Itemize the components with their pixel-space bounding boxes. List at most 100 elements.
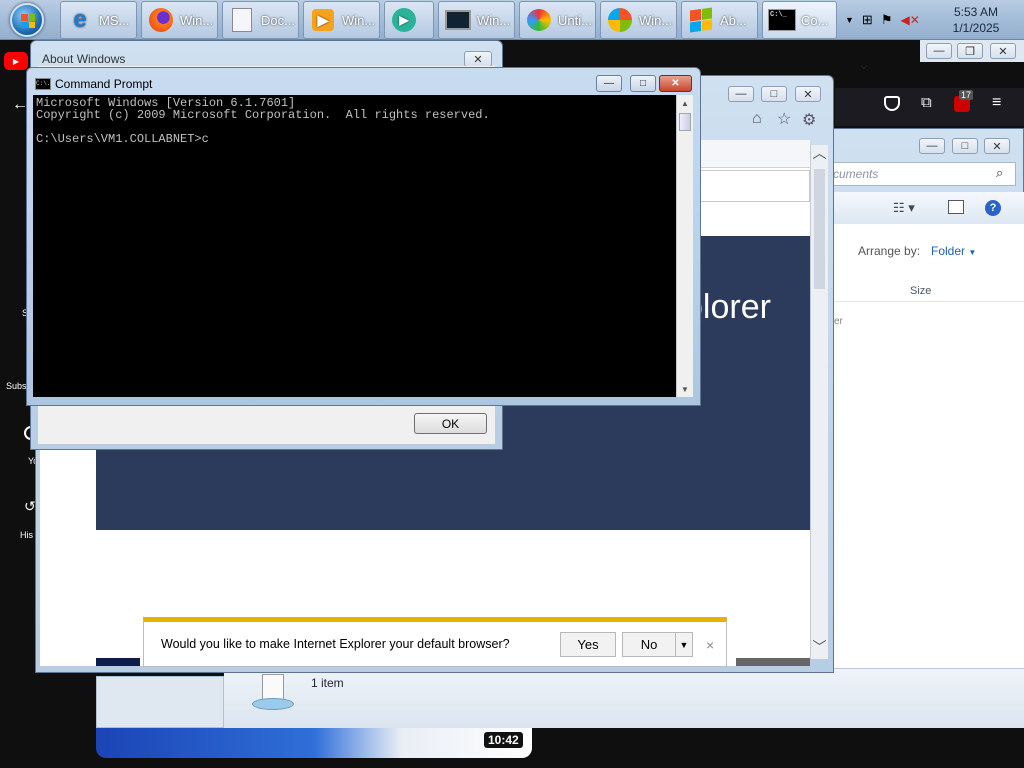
taskbar-button-about[interactable]: Ab... (681, 1, 758, 39)
extensions-icon[interactable]: ⧉ (921, 94, 932, 111)
item-count-label: 1 item (311, 676, 344, 690)
paint-icon (524, 5, 554, 35)
taskbar-button-remote[interactable]: ▶ (384, 1, 434, 39)
notification-close-icon[interactable]: × (706, 637, 714, 653)
scrollbar-thumb[interactable] (814, 169, 825, 289)
ie-vertical-scrollbar[interactable]: ︿ ﹀ (810, 145, 828, 659)
taskbar-button-label: Doc... (261, 12, 295, 28)
default-browser-notification: Would you like to make Internet Explorer… (143, 617, 727, 667)
home-icon[interactable]: ⌂ (752, 110, 762, 128)
windows-start-orb-icon (10, 3, 44, 37)
taskbar-button-paint[interactable]: Unti... (519, 1, 596, 39)
preview-pane-icon[interactable] (948, 200, 964, 214)
taskbar-button-label: Win... (639, 12, 673, 28)
page-header-box (700, 170, 810, 202)
no-dropdown-arrow-icon[interactable]: ▼ (675, 632, 693, 657)
show-hidden-icons-chevron-icon[interactable]: ▼ (845, 15, 854, 25)
explorer-minimize-button[interactable]: — (919, 138, 945, 154)
explorer-close-button[interactable]: ✕ (984, 138, 1010, 154)
console-output[interactable]: Microsoft Windows [Version 6.1.7601] Copy… (33, 95, 676, 397)
taskbar-button-label: MS... (99, 12, 130, 28)
extension-badge: 17 (959, 90, 974, 100)
taskbar-button-terminal[interactable]: Win... (438, 1, 515, 39)
command-prompt-icon: C:\_ (767, 5, 797, 35)
remote-app-icon: ▶ (389, 5, 419, 35)
tab-list-chevron-icon[interactable]: ⌄ (858, 56, 870, 73)
explorer-maximize-button[interactable]: □ (952, 138, 978, 154)
sidebar-label-subscriptions[interactable]: Subs (6, 381, 27, 391)
minimize-button[interactable]: — (926, 43, 952, 59)
start-button[interactable] (4, 1, 50, 39)
help-icon[interactable]: ? (985, 200, 1001, 216)
network-icon[interactable]: ⊞ (862, 12, 873, 28)
taskbar-button-command-prompt[interactable]: C:\_ Co... (762, 1, 837, 39)
yes-button[interactable]: Yes (560, 632, 616, 657)
taskbar-button-label: Co... (801, 12, 829, 28)
arrange-by-label: Arrange by: (858, 244, 921, 258)
windows-logo-icon (605, 5, 635, 35)
cmd-close-button[interactable]: ✕ (659, 75, 692, 92)
file-type-partial: er (834, 316, 843, 327)
no-button[interactable]: No (622, 632, 676, 657)
taskbar-clock[interactable]: 5:53 AM 1/1/2025 (946, 4, 1006, 36)
command-prompt-title: Command Prompt (55, 77, 153, 91)
taskbar-button-label: Ab... (720, 12, 747, 28)
clock-date: 1/1/2025 (952, 21, 1000, 35)
dropdown-arrow-icon: ▼ (968, 248, 977, 257)
view-options-icon[interactable]: ☷ ▾ (893, 200, 915, 216)
console-prompt-line: C:\Users\VM1.COLLABNET>c (36, 132, 209, 146)
folder-document-icon (252, 672, 294, 712)
terminal-monitor-icon (443, 5, 473, 35)
cmd-vertical-scrollbar[interactable]: ▲ ▼ (676, 95, 693, 397)
close-button[interactable]: ✕ (990, 43, 1016, 59)
taskbar-button-windows[interactable]: Win... (600, 1, 677, 39)
search-placeholder: cuments (833, 167, 879, 181)
scroll-up-arrow-icon[interactable]: ︿ (811, 145, 828, 161)
ie-minimize-button[interactable]: — (728, 86, 754, 102)
sidebar-label-history[interactable]: His (20, 530, 33, 540)
cmd-maximize-button[interactable]: □ (630, 75, 656, 92)
ie-maximize-button[interactable]: □ (761, 86, 787, 102)
internet-explorer-icon: e (73, 6, 87, 33)
volume-muted-icon[interactable]: ◀✕ (900, 13, 919, 27)
scroll-down-arrow-icon[interactable]: ▼ (677, 381, 693, 397)
taskbar-button-media[interactable]: ▶ Win... (303, 1, 380, 39)
scrollbar-thumb[interactable] (679, 113, 691, 131)
taskbar-button-label: Unti... (558, 12, 592, 28)
taskbar-button-label: Win... (342, 12, 376, 28)
ok-button[interactable]: OK (414, 413, 487, 434)
explorer-details-pane (224, 668, 1024, 728)
explorer-nav-pane-bottom (96, 676, 224, 728)
arrange-by-value: Folder (931, 244, 966, 258)
taskbar-button-ie[interactable]: e MS... (60, 1, 137, 39)
scroll-up-arrow-icon[interactable]: ▲ (677, 95, 693, 111)
cmd-minimize-button[interactable]: — (596, 75, 622, 92)
page-footer-strip (96, 658, 140, 666)
arrange-by-dropdown[interactable]: Folder ▼ (931, 244, 976, 258)
column-header-size[interactable]: Size (910, 285, 931, 297)
ie-close-button[interactable]: ✕ (795, 86, 821, 102)
youtube-logo-icon[interactable]: ▶ (4, 52, 28, 70)
explorer-search-input[interactable]: cuments (826, 162, 1016, 186)
history-icon[interactable]: ↺ (24, 498, 36, 515)
taskbar-button-label: Win... (180, 12, 214, 28)
action-center-flag-icon[interactable]: ⚑ (881, 12, 893, 28)
scroll-down-arrow-icon[interactable]: ﹀ (811, 639, 828, 655)
settings-gear-icon[interactable]: ⚙ (802, 110, 816, 130)
taskbar-button-firefox[interactable]: Win... (141, 1, 218, 39)
system-tray: ▼ ⊞ ⚑ ◀✕ (845, 0, 920, 40)
hamburger-menu-icon[interactable]: ≡ (992, 94, 1001, 112)
search-icon: ⌕ (996, 165, 1004, 180)
notification-message: Would you like to make Internet Explorer… (161, 637, 510, 651)
about-windows-title: About Windows (42, 52, 126, 66)
document-computer-icon (227, 5, 257, 35)
taskbar-button-documents[interactable]: Doc... (222, 1, 299, 39)
taskbar-button-label: Win... (477, 12, 511, 28)
restore-button[interactable]: ❐ (957, 43, 983, 59)
video-thumbnail[interactable] (96, 728, 532, 758)
taskbar: e MS... Win... Doc... ▶ Win... ▶ Win... … (0, 0, 1024, 40)
media-player-icon: ▶ (308, 5, 338, 35)
about-close-button[interactable]: ✕ (464, 51, 492, 67)
page-footer-image (736, 658, 810, 666)
favorites-star-icon[interactable]: ☆ (777, 109, 791, 129)
